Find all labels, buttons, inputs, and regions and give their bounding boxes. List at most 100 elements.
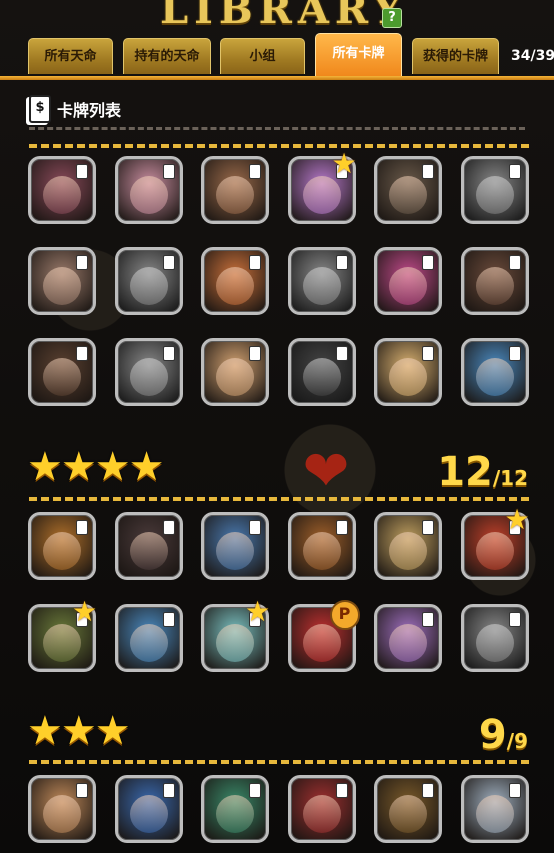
card-cell: ★ (460, 506, 530, 580)
card-portrait (475, 531, 514, 570)
card-portrait (389, 266, 427, 305)
card-cell (374, 775, 442, 843)
card-tile[interactable] (201, 247, 269, 315)
card-cell (28, 512, 96, 580)
card-portrait (389, 623, 427, 662)
card-cell (201, 338, 269, 406)
card-type-icon (162, 520, 175, 535)
card-counter: 34/39 (511, 48, 554, 64)
card-tile[interactable] (28, 775, 96, 843)
star-badge-icon: ★ (72, 595, 98, 628)
four-star-count: 12/12 (437, 449, 528, 495)
card-tile[interactable] (114, 512, 183, 580)
card-cell (28, 338, 96, 406)
card-portrait (43, 794, 81, 833)
star-badge-icon: ★ (245, 595, 271, 628)
card-cell (460, 775, 529, 843)
card-cell (28, 156, 96, 224)
card-cell (460, 247, 529, 315)
card-tile[interactable] (201, 775, 269, 843)
card-portrait (302, 266, 341, 305)
card-grid-three-star (28, 775, 529, 843)
card-tile[interactable] (460, 247, 529, 315)
card-portrait (302, 175, 341, 214)
card-type-icon (508, 346, 521, 361)
card-tile[interactable] (28, 156, 96, 224)
card-tile[interactable] (374, 604, 442, 672)
card-cell (114, 156, 183, 224)
card-type-icon (249, 520, 261, 535)
card-portrait (43, 266, 81, 305)
card-cell (287, 775, 356, 843)
card-cell: P (287, 600, 360, 672)
tab-all-cards[interactable]: 所有卡牌 (315, 33, 402, 76)
card-portrait (216, 175, 254, 214)
card-tile[interactable] (28, 512, 96, 580)
card-portrait (475, 623, 514, 662)
card-tile[interactable] (374, 512, 442, 580)
card-portrait (302, 357, 341, 396)
card-cell (374, 604, 442, 672)
card-tile[interactable] (201, 338, 269, 406)
card-type-icon (76, 346, 88, 361)
card-tile[interactable] (460, 775, 529, 843)
card-tile[interactable] (460, 604, 529, 672)
card-tile[interactable] (287, 775, 356, 843)
card-tile[interactable] (201, 156, 269, 224)
card-tile[interactable] (28, 247, 96, 315)
card-type-icon (422, 520, 434, 535)
card-portrait (475, 266, 514, 305)
card-portrait (43, 175, 81, 214)
card-tile[interactable] (114, 775, 183, 843)
help-icon[interactable]: ? (382, 8, 402, 28)
tab-owned-destiny[interactable]: 持有的天命 (123, 38, 211, 74)
tab-obtained-cards[interactable]: 获得的卡牌 (412, 38, 499, 74)
card-tile[interactable] (114, 604, 183, 672)
card-type-icon (249, 164, 261, 179)
tab-group[interactable]: 小组 (220, 38, 305, 74)
card-portrait (43, 531, 81, 570)
card-tile[interactable] (114, 156, 183, 224)
card-tile[interactable] (460, 338, 529, 406)
card-tile[interactable] (287, 247, 356, 315)
card-cell (374, 512, 442, 580)
card-tile[interactable] (28, 338, 96, 406)
card-type-icon (162, 612, 175, 627)
card-portrait (43, 357, 81, 396)
header: LIBRARY ? (0, 0, 554, 34)
card-icon: $ (29, 95, 51, 123)
card-type-icon (249, 783, 261, 798)
card-tile[interactable] (114, 338, 183, 406)
card-portrait (129, 623, 168, 662)
card-tile[interactable] (374, 156, 442, 224)
card-tile[interactable] (114, 247, 183, 315)
broken-heart-icon[interactable]: ❤ (296, 444, 356, 500)
card-portrait (129, 794, 168, 833)
card-tile[interactable] (460, 156, 529, 224)
card-cell (201, 156, 269, 224)
card-tile[interactable] (374, 775, 442, 843)
card-type-icon (249, 255, 261, 270)
card-cell (374, 156, 442, 224)
card-type-icon (76, 520, 88, 535)
tab-all-destiny[interactable]: 所有天命 (28, 38, 113, 74)
card-portrait (389, 357, 427, 396)
card-cell (460, 338, 529, 406)
card-type-icon (422, 255, 434, 270)
card-tile[interactable] (287, 338, 356, 406)
divider (29, 760, 529, 764)
card-cell: ★ (201, 598, 270, 672)
card-tile[interactable] (374, 247, 442, 315)
card-portrait (216, 794, 254, 833)
card-portrait (302, 531, 341, 570)
card-portrait (475, 175, 514, 214)
card-tile[interactable] (374, 338, 442, 406)
card-type-icon (508, 255, 521, 270)
card-type-icon (162, 164, 175, 179)
card-type-icon (508, 164, 521, 179)
card-tile[interactable] (287, 512, 356, 580)
star-badge-icon: ★ (504, 503, 530, 536)
card-cell (114, 338, 183, 406)
card-tile[interactable] (201, 512, 269, 580)
card-type-icon (162, 255, 175, 270)
